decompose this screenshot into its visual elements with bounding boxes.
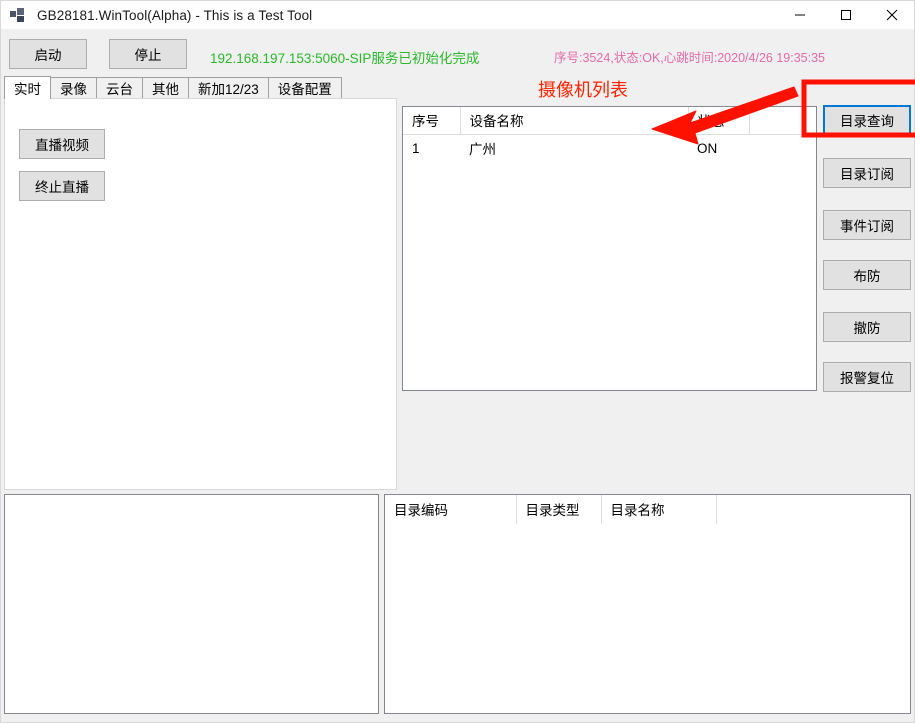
camera-list-grid[interactable]: 序号 设备名称 状态 1 广州 ON — [402, 106, 817, 391]
tab-new1223[interactable]: 新加12/23 — [189, 77, 269, 98]
tab-recording[interactable]: 录像 — [51, 77, 97, 98]
alarm-reset-button[interactable]: 报警复位 — [823, 362, 911, 392]
tab-device-config[interactable]: 设备配置 — [268, 77, 342, 98]
camera-cell-status: ON — [688, 134, 749, 162]
application-window: GB28181.WinTool(Alpha) - This is a Test … — [0, 0, 915, 723]
camera-list-title: 摄像机列表 — [538, 80, 628, 100]
directory-col-name[interactable]: 目录名称 — [601, 495, 717, 524]
directory-grid[interactable]: 目录编码 目录类型 目录名称 — [384, 494, 911, 714]
start-button[interactable]: 启动 — [9, 39, 87, 69]
camera-col-name[interactable]: 设备名称 — [460, 107, 689, 135]
sip-status-text: 192.168.197.153:5060-SIP服务已初始化完成 — [210, 51, 480, 66]
stop-button[interactable]: 停止 — [109, 39, 187, 69]
stop-live-button[interactable]: 终止直播 — [19, 171, 105, 201]
camera-col-blank[interactable] — [749, 107, 816, 135]
disarm-button[interactable]: 撤防 — [823, 312, 911, 342]
catalog-subscribe-button[interactable]: 目录订阅 — [823, 158, 911, 188]
directory-header-row: 目录编码 目录类型 目录名称 — [385, 495, 910, 524]
event-subscribe-button[interactable]: 事件订阅 — [823, 210, 911, 240]
tab-ptz[interactable]: 云台 — [97, 77, 143, 98]
catalog-query-button[interactable]: 目录查询 — [823, 105, 911, 135]
camera-cell-blank — [749, 134, 816, 162]
camera-cell-seq: 1 — [403, 134, 460, 162]
camera-list-table: 序号 设备名称 状态 1 广州 ON — [403, 107, 816, 162]
camera-col-status[interactable]: 状态 — [688, 107, 750, 135]
tab-panel-realtime: 直播视频 终止直播 — [4, 98, 397, 490]
table-row[interactable]: 1 广州 ON — [403, 134, 816, 162]
directory-col-code[interactable]: 目录编码 — [385, 495, 517, 524]
log-output-panel[interactable] — [4, 494, 379, 714]
maximize-icon[interactable] — [823, 1, 868, 29]
directory-table: 目录编码 目录类型 目录名称 — [385, 495, 910, 524]
tab-realtime[interactable]: 实时 — [4, 76, 51, 99]
window-title: GB28181.WinTool(Alpha) - This is a Test … — [37, 7, 313, 23]
close-icon[interactable] — [869, 1, 914, 29]
arm-button[interactable]: 布防 — [823, 260, 911, 290]
minimize-icon[interactable] — [777, 1, 822, 29]
camera-col-seq[interactable]: 序号 — [403, 107, 461, 135]
app-window-icon — [10, 7, 26, 23]
tab-strip: 实时 录像 云台 其他 新加12/23 设备配置 — [4, 76, 342, 99]
live-video-button[interactable]: 直播视频 — [19, 129, 105, 159]
heartbeat-status-text: 序号:3524,状态:OK,心跳时间:2020/4/26 19:35:35 — [554, 51, 825, 65]
camera-cell-name: 广州 — [460, 134, 688, 162]
camera-list-header-row: 序号 设备名称 状态 — [403, 107, 816, 135]
directory-col-type[interactable]: 目录类型 — [516, 495, 602, 524]
tab-other[interactable]: 其他 — [143, 77, 189, 98]
title-bar: GB28181.WinTool(Alpha) - This is a Test … — [1, 1, 914, 29]
directory-col-blank[interactable] — [716, 495, 910, 524]
